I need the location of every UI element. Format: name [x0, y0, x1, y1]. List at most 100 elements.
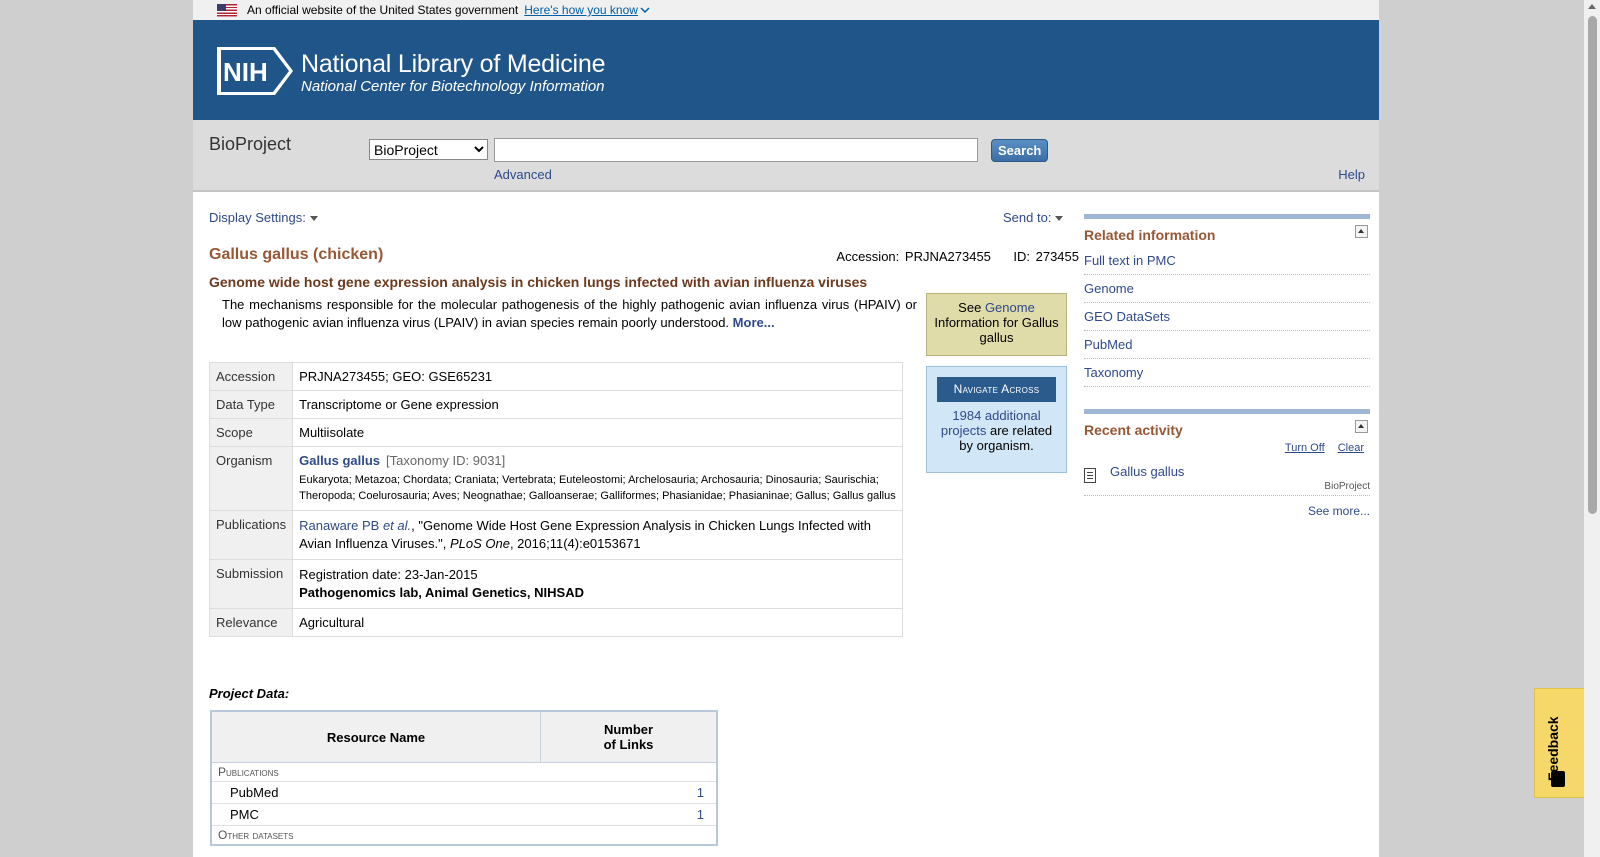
data-type-cell: Transcriptome or Gene expression [292, 390, 903, 419]
resource-group: Other datasets [211, 825, 717, 846]
registration-date: Registration date: 23-Jan-2015 [299, 567, 478, 582]
publication-authors-link[interactable]: Ranaware PB et al. [299, 518, 411, 533]
table-header-row: Resource Name Number of Links [210, 710, 718, 763]
resource-name-header: Resource Name [210, 710, 541, 763]
accession-value: PRJNA273455 [904, 249, 991, 264]
links-header-line2: of Links [603, 737, 654, 752]
record-title: Gallus gallus (chicken) [209, 246, 384, 263]
project-data-label: Project Data: [209, 686, 290, 701]
submission-cell: Registration date: 23-Jan-2015 Pathogeno… [292, 559, 903, 609]
recent-activity-item: Gallus gallus BioProject [1084, 454, 1370, 496]
scroll-up-icon[interactable] [1588, 4, 1596, 9]
database-title[interactable]: BioProject [209, 134, 291, 155]
row-label: Scope [208, 418, 294, 447]
more-link[interactable]: More... [733, 315, 775, 330]
genome-link[interactable]: Genome [985, 300, 1035, 315]
nih-subtitle: National Center for Biotechnology Inform… [301, 78, 605, 95]
recent-activity-portlet: Recent activity Turn Off Clear Gallus ga… [1084, 409, 1370, 518]
chevron-down-icon[interactable] [640, 6, 650, 14]
organism-cell: Gallus gallus [Taxonomy ID: 9031] Eukaryo… [292, 446, 903, 511]
see-more-container: See more... [1084, 504, 1370, 518]
table-row: Data Type Transcriptome or Gene expressi… [208, 390, 903, 419]
feedback-icon [1551, 771, 1565, 787]
number-of-links-header: Number of Links [540, 710, 718, 763]
caret-down-icon [1055, 216, 1064, 222]
table-row: Organism Gallus gallus [Taxonomy ID: 9031… [208, 446, 903, 511]
resource-name: PMC [211, 803, 541, 826]
related-link-geo-datasets[interactable]: GEO DataSets [1084, 303, 1370, 331]
send-to-label: Send to: [1003, 210, 1052, 225]
recent-item-database: BioProject [1324, 481, 1370, 492]
relevance-cell: Agricultural [292, 608, 903, 637]
id-value: 273455 [1035, 249, 1079, 264]
table-row: Publications [211, 762, 717, 782]
publications-cell: Ranaware PB et al., "Genome Wide Host Ge… [292, 510, 903, 560]
database-select[interactable]: BioProject [369, 139, 488, 160]
related-link-pubmed[interactable]: PubMed [1084, 331, 1370, 359]
record-description: The mechanisms responsible for the molec… [222, 296, 917, 332]
resource-link-count[interactable]: 1 [540, 803, 717, 826]
recent-activity-title: Recent activity [1084, 422, 1183, 438]
see-genome-box: See Genome Information for Gallus gallus [926, 293, 1067, 356]
send-to-menu[interactable]: Send to: [1003, 210, 1064, 225]
recent-item-link[interactable]: Gallus gallus [1110, 464, 1184, 479]
help-link[interactable]: Help [1338, 167, 1365, 182]
nih-header: NIH National Library of Medicine Nationa… [193, 20, 1379, 120]
row-label: Submission [208, 559, 294, 609]
nih-logo-text: NIH [223, 57, 268, 87]
taxonomy-id: [Taxonomy ID: 9031] [386, 453, 506, 468]
resource-name: PubMed [211, 781, 541, 804]
description-text: The mechanisms responsible for the molec… [222, 297, 917, 330]
navigate-across-header: Navigate Across [937, 377, 1056, 402]
organism-link[interactable]: Gallus gallus [299, 453, 380, 468]
et-al-text: et al. [382, 518, 412, 533]
scrollbar-thumb[interactable] [1588, 16, 1597, 514]
table-row: Publications Ranaware PB et al., "Genome… [208, 510, 903, 560]
advanced-search-link[interactable]: Advanced [494, 167, 552, 182]
record-subtitle: Genome wide host gene expression analysi… [209, 274, 868, 290]
row-label: Publications [208, 510, 294, 560]
related-link-pmc[interactable]: Full text in PMC [1084, 247, 1370, 275]
related-information-portlet: Related information Full text in PMC Gen… [1084, 214, 1370, 387]
nih-logo-icon[interactable]: NIH [217, 47, 293, 95]
citation-text: , 2016;11(4):e0153671 [509, 536, 641, 551]
related-link-taxonomy[interactable]: Taxonomy [1084, 359, 1370, 387]
search-button[interactable]: Search [991, 139, 1049, 162]
gov-banner: An official website of the United States… [193, 0, 1379, 20]
accession-label: Accession: [836, 249, 900, 264]
record-ids: Accession: PRJNA273455 ID: 273455 [836, 249, 1079, 264]
related-information-title: Related information [1084, 227, 1216, 243]
search-bar: BioProject BioProject Search Advanced He… [193, 120, 1379, 192]
resource-group: Publications [211, 762, 717, 782]
document-icon [1084, 468, 1096, 483]
resource-link-count[interactable]: 1 [540, 781, 717, 804]
row-label: Data Type [208, 390, 294, 419]
related-link-genome[interactable]: Genome [1084, 275, 1370, 303]
gov-banner-text: An official website of the United States… [247, 3, 519, 17]
nih-title[interactable]: National Library of Medicine [301, 50, 605, 79]
table-row: Other datasets [211, 825, 717, 846]
recent-activity-tools: Turn Off Clear [1084, 442, 1370, 454]
see-label: See [958, 300, 982, 315]
journal-name: PLoS One [449, 536, 510, 551]
us-flag-icon [217, 3, 237, 17]
table-row: PMC 1 [211, 803, 717, 826]
how-you-know-link[interactable]: Here's how you know [524, 3, 638, 17]
display-settings-menu[interactable]: Display Settings: [209, 210, 318, 225]
project-data-table: Resource Name Number of Links Publicatio… [210, 710, 718, 846]
collapse-icon[interactable] [1355, 420, 1368, 433]
see-more-link[interactable]: See more... [1308, 504, 1370, 518]
scope-cell: Multiisolate [292, 418, 903, 447]
turn-off-link[interactable]: Turn Off [1285, 442, 1325, 454]
feedback-button[interactable]: Feedback [1534, 688, 1586, 798]
collapse-icon[interactable] [1355, 225, 1368, 238]
scrollbar[interactable] [1584, 0, 1600, 857]
table-row: Relevance Agricultural [208, 608, 903, 637]
row-label: Organism [208, 446, 294, 511]
row-label: Relevance [208, 608, 294, 637]
table-row: Submission Registration date: 23-Jan-201… [208, 559, 903, 609]
clear-link[interactable]: Clear [1338, 442, 1364, 454]
table-row: Scope Multiisolate [208, 418, 903, 447]
accession-cell: PRJNA273455; GEO: GSE65231 [292, 362, 903, 391]
search-input[interactable] [494, 138, 978, 162]
